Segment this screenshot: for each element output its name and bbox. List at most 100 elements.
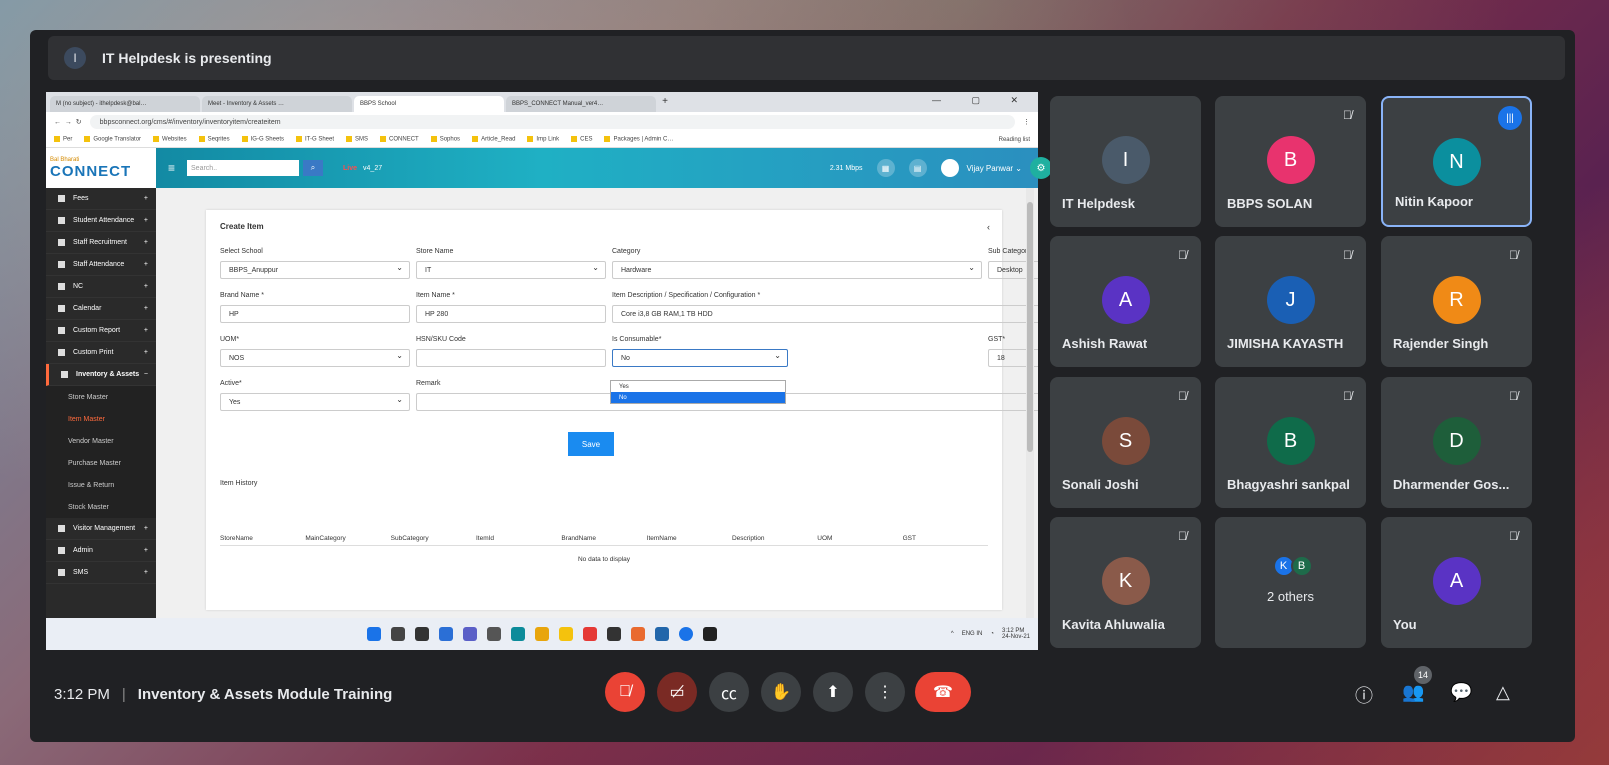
app-icon[interactable]	[487, 627, 501, 641]
bookmark[interactable]: Article_Read	[472, 136, 515, 143]
back-icon[interactable]: ←	[54, 119, 61, 126]
taskview-icon[interactable]	[415, 627, 429, 641]
chrome-icon[interactable]	[535, 627, 549, 641]
sidebar-item-custom-print[interactable]: Custom Print +	[46, 342, 156, 364]
sidebar-item-custom-report[interactable]: Custom Report +	[46, 320, 156, 342]
start-icon[interactable]	[367, 627, 381, 641]
book-icon[interactable]: ▤	[908, 159, 927, 177]
sidebar-item-calendar[interactable]: Calendar +	[46, 298, 156, 320]
sidebar-item-sms[interactable]: SMS +	[46, 562, 156, 584]
sidebar-sub-item-master[interactable]: Item Master	[46, 408, 156, 430]
is-consumable-select[interactable]: No	[612, 349, 788, 367]
sidebar-item-admin[interactable]: Admin +	[46, 540, 156, 562]
sidebar-sub-purchase-master[interactable]: Purchase Master	[46, 452, 156, 474]
column-header[interactable]: BrandName	[561, 535, 646, 542]
active-select[interactable]: Yes	[220, 393, 410, 411]
participant-tile[interactable]: 🎙̸ B BBPS SOLAN	[1215, 96, 1366, 227]
item-name-input[interactable]: HP 280	[416, 305, 606, 323]
store-name-select[interactable]: IT	[416, 261, 606, 279]
bookmark[interactable]: Packages | Admin C…	[604, 136, 673, 143]
chevron-up-icon[interactable]: ^	[951, 631, 954, 637]
reading-list[interactable]: Reading list	[999, 137, 1030, 143]
activities-icon[interactable]: △	[1496, 682, 1510, 703]
sidebar-item-nc[interactable]: NC +	[46, 276, 156, 298]
gear-icon[interactable]: ⚙	[1030, 157, 1052, 179]
column-header[interactable]: SubCategory	[391, 535, 476, 542]
others-tile[interactable]: K B 2 others	[1215, 517, 1366, 648]
bookmark[interactable]: Sophos	[431, 136, 460, 143]
url-field[interactable]: bbpsconnect.org/cms/#/inventory/inventor…	[89, 115, 1015, 129]
participant-tile-speaking[interactable]: ||| N Nitin Kapoor	[1381, 96, 1532, 227]
bookmark[interactable]: CONNECT	[380, 136, 419, 143]
column-header[interactable]: StoreName	[220, 535, 305, 542]
hamburger-icon[interactable]: ≡	[168, 161, 175, 175]
dropdown-option-no[interactable]: No	[611, 392, 785, 403]
item-description-input[interactable]: Core i3,8 GB RAM,1 TB HDD	[612, 305, 1038, 323]
bookmark[interactable]: Per	[54, 136, 72, 143]
save-button[interactable]: Save	[568, 432, 614, 456]
bookmark[interactable]: SMS	[346, 136, 368, 143]
leave-call-button[interactable]: ☎	[915, 672, 971, 712]
sidebar-sub-vendor-master[interactable]: Vendor Master	[46, 430, 156, 452]
participant-tile[interactable]: 🎙̸ J JIMISHA KAYASTH	[1215, 236, 1366, 367]
captions-button[interactable]: ㏄	[709, 672, 749, 712]
app-icon[interactable]	[631, 627, 645, 641]
browser-tab[interactable]: BBPS_CONNECT Manual_ver4…	[506, 96, 656, 112]
language-indicator[interactable]: ENG IN	[962, 631, 983, 637]
app-search-input[interactable]: Search..	[187, 160, 300, 176]
participant-tile[interactable]: 🎙̸ D Dharmender Gos...	[1381, 377, 1532, 508]
participant-tile[interactable]: 🎙̸ K Kavita Ahluwalia	[1050, 517, 1201, 648]
app-icon[interactable]	[679, 627, 693, 641]
search-icon[interactable]	[391, 627, 405, 641]
clock[interactable]: 3:12 PM 24-Nov-21	[1002, 628, 1030, 640]
app-icon[interactable]	[607, 627, 621, 641]
column-header[interactable]: ItemName	[647, 535, 732, 542]
camera-toggle-button[interactable]: ▭̸	[657, 672, 697, 712]
bookmark[interactable]: IG-G Sheets	[242, 136, 284, 143]
reload-icon[interactable]: ↻	[76, 118, 82, 126]
participant-tile[interactable]: 🎙̸ A Ashish Rawat	[1050, 236, 1201, 367]
self-tile[interactable]: 🎙̸ A You	[1381, 517, 1532, 648]
widgets-icon[interactable]	[439, 627, 453, 641]
forward-icon[interactable]: →	[65, 119, 72, 126]
select-school[interactable]: BBPS_Anuppur	[220, 261, 410, 279]
sidebar-item-fees[interactable]: Fees +	[46, 188, 156, 210]
edge-icon[interactable]	[511, 627, 525, 641]
bookmark[interactable]: Seqrites	[199, 136, 230, 143]
bookmark[interactable]: CES	[571, 136, 592, 143]
more-options-button[interactable]: ⋮	[865, 672, 905, 712]
hsn-sku-input[interactable]	[416, 349, 606, 367]
participant-tile[interactable]: I IT Helpdesk	[1050, 96, 1201, 227]
people-icon[interactable]: 👥	[1402, 682, 1424, 703]
scroll-thumb[interactable]	[1027, 202, 1033, 452]
sidebar-sub-store-master[interactable]: Store Master	[46, 386, 156, 408]
uom-select[interactable]: NOS	[220, 349, 410, 367]
participant-tile[interactable]: 🎙̸ B Bhagyashri sankpal	[1215, 377, 1366, 508]
app-logo[interactable]: Bal Bharati CONNECT	[46, 148, 156, 188]
bookmark[interactable]: Imp Link	[527, 136, 559, 143]
sidebar-item-staff-attendance[interactable]: Staff Attendance +	[46, 254, 156, 276]
participant-tile[interactable]: 🎙̸ R Rajender Singh	[1381, 236, 1532, 367]
user-menu[interactable]: Vijay Panwar ⌄	[940, 159, 1022, 177]
sidebar-sub-stock-master[interactable]: Stock Master	[46, 496, 156, 518]
sidebar-item-student-attendance[interactable]: Student Attendance +	[46, 210, 156, 232]
chevron-left-icon[interactable]: ‹	[987, 222, 990, 232]
column-header[interactable]: GST	[903, 535, 988, 542]
participant-tile[interactable]: 🎙̸ S Sonali Joshi	[1050, 377, 1201, 508]
chat-icon[interactable]: 💬	[1450, 682, 1472, 703]
search-icon[interactable]: ⌕	[303, 160, 324, 176]
wifi-icon[interactable]: ◔	[990, 631, 994, 637]
chat-icon[interactable]	[463, 627, 477, 641]
column-header[interactable]: Description	[732, 535, 817, 542]
info-icon[interactable]: ⓘ	[1355, 682, 1373, 708]
raise-hand-button[interactable]: ✋	[761, 672, 801, 712]
browser-tab[interactable]: M (no subject) - ithelpdesk@bal…	[50, 96, 200, 112]
browser-tab-active[interactable]: BBPS School	[354, 96, 504, 112]
present-button[interactable]: ⬆	[813, 672, 853, 712]
column-header[interactable]: MainCategory	[305, 535, 390, 542]
bookmark[interactable]: Websites	[153, 136, 187, 143]
app-icon[interactable]	[655, 627, 669, 641]
sidebar-item-staff-recruitment[interactable]: Staff Recruitment +	[46, 232, 156, 254]
brand-name-input[interactable]: HP	[220, 305, 410, 323]
browser-menu-icon[interactable]: ⋮	[1023, 118, 1030, 126]
